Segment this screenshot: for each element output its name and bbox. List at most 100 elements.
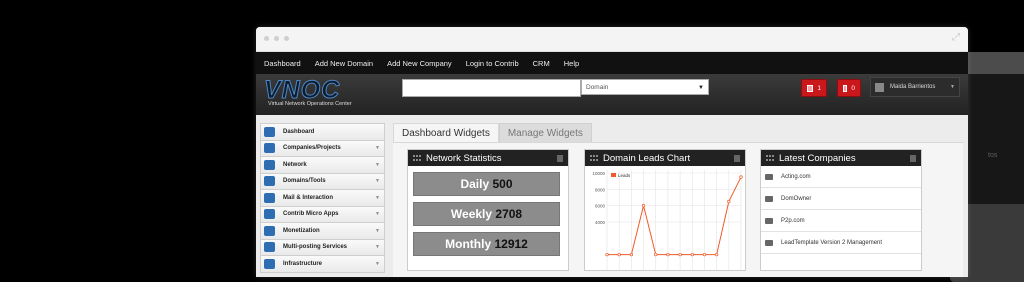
tab-dashboard-widgets[interactable]: Dashboard Widgets <box>393 123 499 142</box>
nav-crm[interactable]: CRM <box>533 59 550 68</box>
sidebar-item-label: Domains/Tools <box>283 178 326 185</box>
domain-select[interactable]: Domain ▼ <box>581 79 709 95</box>
data-point <box>666 252 670 257</box>
app-header: VNOC Virtual Network Operations Center D… <box>256 74 968 116</box>
drag-handle-icon[interactable] <box>766 155 774 161</box>
search-input[interactable] <box>402 79 581 97</box>
sidebar-item-dashboard[interactable]: Dashboard <box>260 123 385 141</box>
y-tick-label: 6000 <box>595 204 606 209</box>
legend-label: Leads <box>618 173 631 178</box>
chevron-down-icon: ▼ <box>950 84 955 90</box>
money-icon <box>264 225 275 236</box>
sidebar-item-multiposting[interactable]: Multi-posting Services ▼ <box>260 239 385 256</box>
sidebar-item-monetization[interactable]: Monetization ▼ <box>260 223 385 240</box>
data-point <box>678 252 682 257</box>
stat-daily: Daily 500 <box>413 172 560 196</box>
sidebar-item-label: Monetization <box>283 227 320 234</box>
data-point <box>605 252 609 257</box>
chevron-down-icon: ▼ <box>375 145 380 152</box>
sidebar-item-label: Multi-posting Services <box>283 244 348 251</box>
list-icon <box>807 84 814 92</box>
sidebar-item-domains[interactable]: Domains/Tools ▼ <box>260 173 385 190</box>
domain-select-value: Domain <box>586 84 609 91</box>
sidebar-item-label: Dashboard <box>283 128 315 135</box>
sidebar-item-label: Mail & Interaction <box>283 194 334 201</box>
window-controls[interactable] <box>264 36 289 41</box>
widget-header[interactable]: Latest Companies <box>761 150 921 166</box>
logo-title: VNOC <box>264 76 341 104</box>
data-point <box>727 199 731 204</box>
stat-monthly: Monthly 12912 <box>413 232 560 256</box>
tab-manage-widgets[interactable]: Manage Widgets <box>498 123 592 143</box>
server-icon <box>264 258 275 269</box>
widget-tabs: Dashboard Widgets Manage Widgets <box>393 123 592 143</box>
nav-add-new-company[interactable]: Add New Company <box>387 59 452 68</box>
message-count: 0 <box>851 84 855 92</box>
company-icon <box>765 239 773 246</box>
y-tick-label: 10000 <box>592 171 605 176</box>
trash-icon[interactable] <box>910 154 916 162</box>
data-point <box>617 252 621 257</box>
domain-leads-widget: Domain Leads Chart 10000 8000 6000 4000 Lead… <box>584 149 746 271</box>
sidebar-item-contrib[interactable]: Contrib Micro Apps ▼ <box>260 206 385 223</box>
trash-icon[interactable] <box>557 154 563 162</box>
sidebar-item-label: Network <box>283 161 307 168</box>
drag-handle-icon[interactable] <box>590 155 598 161</box>
legend-swatch <box>611 173 616 177</box>
chevron-down-icon: ▼ <box>375 244 380 251</box>
user-menu[interactable]: Maida Barrientos ▼ <box>870 77 960 97</box>
sidebar-item-infrastructure[interactable]: Infrastructure ▼ <box>260 256 385 273</box>
sidebar-item-network[interactable]: Network ▼ <box>260 157 385 174</box>
widget-header[interactable]: Domain Leads Chart <box>585 150 745 166</box>
message-badge[interactable]: 0 <box>837 79 861 97</box>
browser-window: ⤢ Dashboard Add New Domain Add New Compa… <box>256 27 968 277</box>
widget-title: Network Statistics <box>426 152 502 164</box>
nav-add-new-domain[interactable]: Add New Domain <box>315 59 373 68</box>
vnoc-logo[interactable]: VNOC Virtual Network Operations Center <box>264 76 352 107</box>
company-icon <box>765 173 773 180</box>
nav-help[interactable]: Help <box>564 59 579 68</box>
sidebar-item-companies[interactable]: Companies/Projects ▼ <box>260 140 385 157</box>
sidebar-item-label: Contrib Micro Apps <box>283 211 339 218</box>
data-point <box>629 252 634 257</box>
widget-title: Latest Companies <box>779 152 856 164</box>
window-chrome: ⤢ <box>256 27 968 52</box>
y-tick-label: 8000 <box>595 187 606 192</box>
share-icon <box>264 242 275 253</box>
nav-dashboard[interactable]: Dashboard <box>264 59 301 68</box>
trash-icon[interactable] <box>734 154 740 162</box>
company-item[interactable]: P2p.com <box>761 210 921 232</box>
chevron-down-icon: ▼ <box>375 194 380 201</box>
user-name: Maida Barrientos <box>890 84 936 90</box>
data-point <box>702 252 707 257</box>
top-nav: Dashboard Add New Domain Add New Company… <box>256 52 968 74</box>
expand-icon[interactable]: ⤢ <box>952 32 960 43</box>
network-icon <box>264 159 275 170</box>
leads-chart-svg: 10000 8000 6000 4000 Leads <box>592 170 743 270</box>
notification-count: 1 <box>817 84 821 92</box>
widget-header[interactable]: Network Statistics <box>408 150 568 166</box>
chevron-down-icon: ▼ <box>375 178 380 185</box>
company-item[interactable]: Acting.com <box>761 166 921 188</box>
main-body: Dashboard Companies/Projects ▼ Network ▼ D… <box>256 115 968 277</box>
companies-icon <box>264 143 275 154</box>
widget-title: Domain Leads Chart <box>603 152 691 164</box>
widgets-area: Network Statistics Daily 500 Weekly 2708… <box>393 142 963 277</box>
notification-badge[interactable]: 1 <box>801 79 827 97</box>
nav-login-to-contrib[interactable]: Login to Contrib <box>466 59 519 68</box>
mail-icon <box>264 192 275 203</box>
company-item[interactable]: DomOwner <box>761 188 921 210</box>
y-tick-label: 4000 <box>595 220 606 225</box>
data-point <box>641 203 646 208</box>
mail-icon <box>843 84 848 92</box>
avatar <box>875 82 884 92</box>
chevron-down-icon: ▼ <box>698 85 704 91</box>
company-icon <box>765 217 773 224</box>
drag-handle-icon[interactable] <box>413 155 421 161</box>
chevron-down-icon: ▼ <box>375 227 380 234</box>
sidebar-item-mail[interactable]: Mail & Interaction ▼ <box>260 190 385 207</box>
stat-weekly: Weekly 2708 <box>413 202 560 226</box>
company-icon <box>765 195 773 202</box>
company-item[interactable]: LeadTemplate Version 2 Management <box>761 232 921 254</box>
data-point <box>654 252 658 257</box>
